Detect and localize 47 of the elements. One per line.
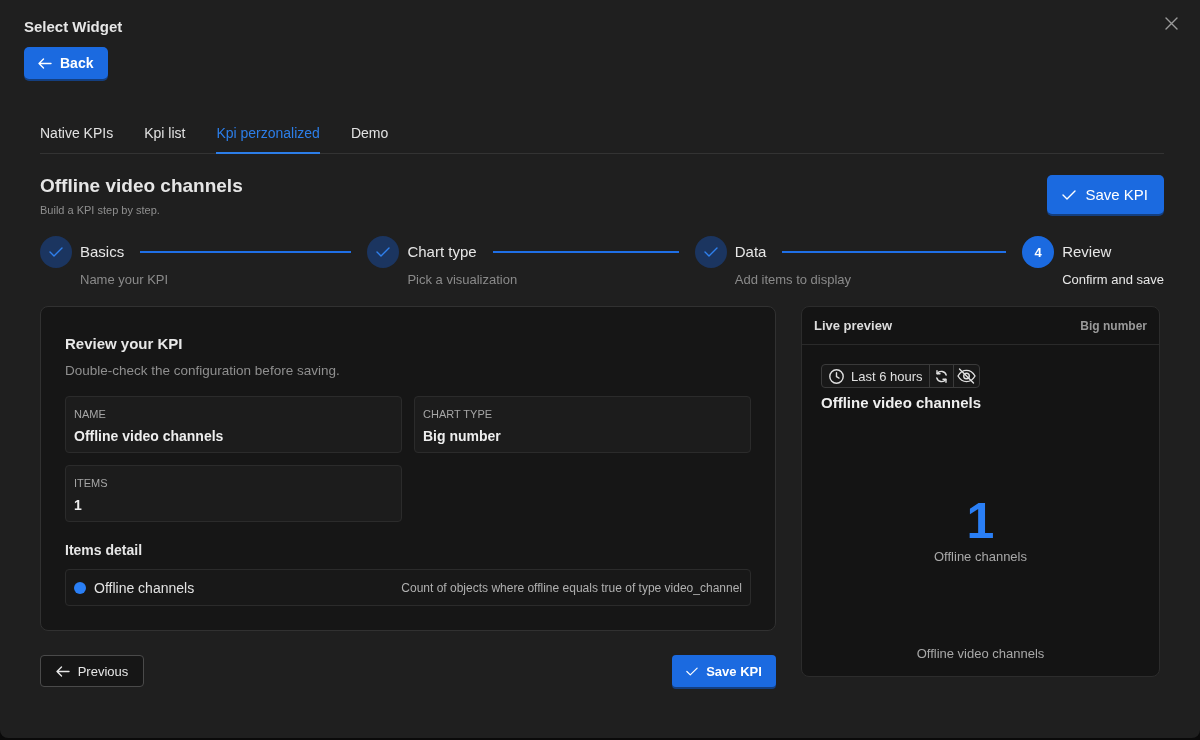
field-value: 1 bbox=[74, 496, 83, 514]
review-title: Review your KPI bbox=[65, 334, 184, 354]
page-title: Offline video channels bbox=[40, 174, 243, 198]
check-icon bbox=[1062, 189, 1077, 200]
tab[interactable]: Native KPIs bbox=[40, 112, 114, 154]
item-name: Offline channels bbox=[94, 579, 195, 596]
step-title: Chart type bbox=[407, 242, 477, 262]
preview-caption: Offline video channels bbox=[915, 646, 1046, 663]
field-label: ITEMS bbox=[74, 476, 109, 490]
tab[interactable]: Demo bbox=[350, 112, 389, 154]
preview-title: Live preview bbox=[814, 318, 893, 333]
refresh-icon bbox=[934, 369, 948, 383]
step-description: Confirm and save bbox=[1062, 272, 1164, 288]
big-number-label: Offline channels bbox=[934, 548, 1027, 565]
items-title: Items detail bbox=[65, 541, 144, 559]
field-label: NAME bbox=[74, 407, 107, 421]
step-number: 4 bbox=[1022, 236, 1055, 268]
tab[interactable]: Kpi list bbox=[144, 112, 186, 154]
arrow-left-icon bbox=[38, 57, 52, 69]
field-value: Offline video channels bbox=[74, 427, 225, 445]
step-description: Name your KPI bbox=[80, 272, 170, 288]
widget-title: Offline video channels bbox=[821, 393, 983, 413]
save-kpi-button[interactable]: Save KPI bbox=[672, 655, 776, 687]
check-icon bbox=[686, 666, 699, 676]
close-icon bbox=[1165, 16, 1178, 30]
step-title: Data bbox=[734, 242, 767, 262]
close-button[interactable] bbox=[1165, 16, 1178, 30]
step-description: Add items to display bbox=[734, 272, 853, 288]
page-subtitle: Build a KPI step by step. bbox=[40, 203, 161, 217]
field-value: Big number bbox=[423, 427, 502, 445]
step-title: Basics bbox=[80, 242, 125, 262]
clock-icon bbox=[829, 368, 844, 384]
time-range-button[interactable]: Last 6 hours bbox=[822, 365, 930, 387]
step-description: Pick a visualization bbox=[407, 272, 519, 288]
back-button[interactable]: Back bbox=[24, 47, 109, 79]
item-description: Count of objects where offline equals true of type video_channel bbox=[400, 580, 742, 595]
field-label: CHART TYPE bbox=[423, 407, 494, 421]
review-description: Double-check the configuration before saving. bbox=[65, 362, 341, 380]
dialog-title: Select Widget bbox=[24, 17, 123, 37]
tab[interactable]: Kpi perzonalized bbox=[216, 112, 320, 154]
previous-button[interactable]: Previous bbox=[40, 655, 144, 687]
save-kpi-button[interactable]: Save KPI bbox=[1047, 175, 1164, 214]
chart-type-label: Big number bbox=[1080, 318, 1147, 333]
arrow-left-icon bbox=[55, 665, 70, 677]
eye-off-icon bbox=[956, 368, 976, 384]
step-title: Review bbox=[1062, 242, 1112, 262]
big-number: 1 bbox=[966, 492, 995, 549]
